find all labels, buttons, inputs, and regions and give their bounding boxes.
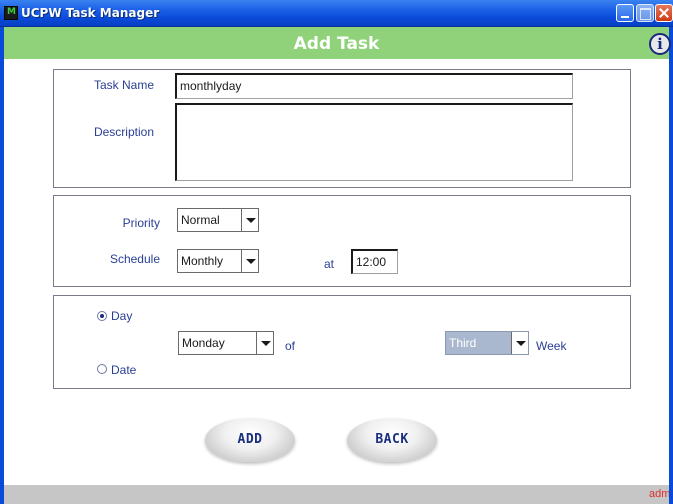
date-option-label: Date bbox=[111, 363, 137, 377]
chevron-down-icon[interactable] bbox=[241, 250, 258, 272]
day-radio[interactable] bbox=[97, 311, 107, 321]
schedule-panel: Priority Normal Schedule Monthly at 12:0… bbox=[53, 195, 631, 287]
weekday-value: Monday bbox=[182, 336, 225, 350]
header-band: Add Task bbox=[4, 27, 669, 59]
week-value: Third bbox=[449, 336, 477, 350]
chevron-down-icon[interactable] bbox=[511, 332, 528, 354]
schedule-label: Schedule bbox=[109, 252, 160, 266]
time-input[interactable]: 12:00 bbox=[351, 249, 398, 274]
window-frame-right bbox=[669, 27, 673, 504]
close-icon[interactable] bbox=[655, 4, 673, 22]
title-bar[interactable]: UCPW Task Manager bbox=[0, 0, 673, 27]
at-label: at bbox=[324, 257, 335, 271]
maximize-icon[interactable] bbox=[636, 4, 654, 22]
of-label: of bbox=[285, 339, 296, 353]
schedule-value: Monthly bbox=[181, 254, 224, 268]
description-textarea[interactable] bbox=[175, 103, 573, 181]
logged-in-user: admin bbox=[649, 488, 669, 500]
week-select[interactable]: Third bbox=[445, 331, 529, 355]
task-name-input[interactable]: monthlyday bbox=[175, 73, 573, 99]
description-label: Description bbox=[93, 125, 154, 139]
add-button[interactable]: ADD bbox=[205, 418, 295, 462]
task-name-label: Task Name bbox=[93, 78, 154, 92]
priority-label: Priority bbox=[122, 216, 160, 230]
page-title: Add Task bbox=[293, 34, 380, 54]
window-title: UCPW Task Manager bbox=[21, 6, 160, 20]
task-details-panel: Task Name monthlyday Description bbox=[53, 69, 631, 188]
week-label: Week bbox=[536, 339, 567, 353]
recurrence-panel: Day Monday of Third Week Date bbox=[53, 295, 631, 389]
schedule-select[interactable]: Monthly bbox=[177, 249, 259, 273]
priority-select[interactable]: Normal bbox=[177, 208, 259, 232]
info-icon[interactable]: i bbox=[649, 33, 671, 55]
chevron-down-icon[interactable] bbox=[256, 332, 273, 354]
date-radio[interactable] bbox=[97, 364, 107, 374]
weekday-select[interactable]: Monday bbox=[178, 331, 274, 355]
app-logo-icon bbox=[4, 6, 18, 20]
status-bar: admin bbox=[4, 485, 669, 504]
window-frame-left bbox=[0, 27, 4, 504]
chevron-down-icon[interactable] bbox=[241, 209, 258, 231]
back-button[interactable]: BACK bbox=[347, 418, 437, 462]
priority-value: Normal bbox=[181, 213, 220, 227]
minimize-icon[interactable] bbox=[616, 4, 634, 22]
day-option-label: Day bbox=[111, 309, 133, 323]
